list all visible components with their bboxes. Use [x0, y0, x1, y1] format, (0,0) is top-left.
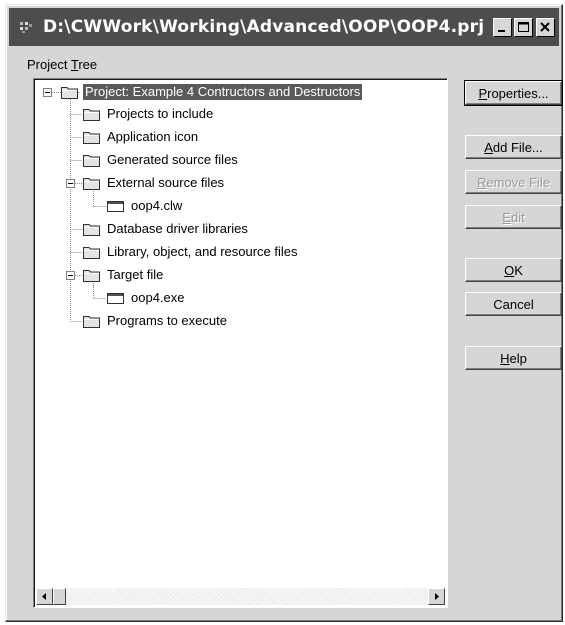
- project-tree-label: Project Tree: [27, 57, 98, 72]
- tree-expander-target[interactable]: [66, 271, 75, 280]
- horizontal-scrollbar[interactable]: [36, 588, 445, 605]
- tree-node-label: Target file: [107, 267, 164, 282]
- tree-node-label: Programs to execute: [107, 313, 227, 328]
- window-title: D:\CWWork\Working\Advanced\OOP\OOP4.prj: [43, 17, 485, 37]
- title-bar[interactable]: D:\CWWork\Working\Advanced\OOP\OOP4.prj: [9, 8, 559, 46]
- tree-expander-external[interactable]: [66, 179, 75, 188]
- tree-node-generated-source-files[interactable]: Generated source files: [83, 151, 240, 169]
- close-icon: [540, 22, 550, 32]
- project-tree[interactable]: Project: Example 4 Contructors and Destr…: [33, 78, 448, 608]
- minimize-button[interactable]: [493, 18, 512, 37]
- folder-icon: [61, 87, 78, 99]
- app-icon: [20, 22, 32, 33]
- close-button[interactable]: [536, 18, 555, 37]
- folder-icon: [83, 270, 100, 282]
- tree-node-oop4-exe[interactable]: oop4.exe: [107, 289, 187, 307]
- folder-icon: [83, 247, 100, 259]
- tree-node-application-icon[interactable]: Application icon: [83, 128, 200, 146]
- help-button[interactable]: Help: [465, 346, 562, 370]
- scroll-thumb[interactable]: [53, 588, 66, 605]
- tree-node-external-source-files[interactable]: External source files: [83, 174, 226, 192]
- maximize-button[interactable]: [514, 18, 533, 37]
- cancel-button[interactable]: Cancel: [465, 292, 562, 316]
- tree-node-label: Application icon: [107, 129, 199, 144]
- folder-icon: [83, 155, 100, 167]
- folder-icon: [83, 224, 100, 236]
- project-dialog: D:\CWWork\Working\Advanced\OOP\OOP4.prj …: [5, 4, 563, 622]
- folder-icon: [83, 178, 100, 190]
- tree-node-label: oop4.exe: [131, 290, 185, 305]
- tree-node-target-file[interactable]: Target file: [83, 266, 165, 284]
- tree-node-label: External source files: [107, 175, 225, 190]
- tree-node-label: oop4.clw: [131, 198, 183, 213]
- file-icon: [107, 293, 124, 304]
- tree-node-label: Database driver libraries: [107, 221, 248, 236]
- tree-node-projects-to-include[interactable]: Projects to include: [83, 105, 215, 123]
- scroll-right-button[interactable]: [428, 588, 445, 605]
- scroll-left-button[interactable]: [36, 588, 53, 605]
- arrow-left-icon: [42, 593, 46, 600]
- remove-file-button[interactable]: Remove File: [465, 170, 562, 194]
- arrow-right-icon: [435, 593, 439, 600]
- tree-node-database-driver-libraries[interactable]: Database driver libraries: [83, 220, 250, 238]
- minimize-icon: [498, 30, 505, 32]
- folder-icon: [83, 132, 100, 144]
- ok-button[interactable]: OK: [465, 258, 562, 282]
- tree-node-oop4-clw[interactable]: oop4.clw: [107, 197, 184, 215]
- tree-node-programs-to-execute[interactable]: Programs to execute: [83, 312, 229, 330]
- folder-icon: [83, 109, 100, 121]
- tree-node-label: Library, object, and resource files: [107, 244, 298, 259]
- properties-button[interactable]: Properties...: [464, 80, 563, 106]
- tree-node-label: Generated source files: [107, 152, 238, 167]
- tree-expander-root[interactable]: [43, 88, 52, 97]
- file-icon: [107, 201, 124, 212]
- maximize-icon: [518, 22, 529, 32]
- tree-node-library-object-resource-files[interactable]: Library, object, and resource files: [83, 243, 300, 261]
- tree-node-label: Projects to include: [107, 106, 214, 121]
- folder-icon: [83, 316, 100, 328]
- edit-button[interactable]: Edit: [465, 205, 562, 229]
- add-file-button[interactable]: Add File...: [465, 135, 562, 159]
- tree-node-label: Project: Example 4 Contructors and Destr…: [83, 84, 363, 100]
- tree-node-root[interactable]: Project: Example 4 Contructors and Destr…: [61, 83, 363, 101]
